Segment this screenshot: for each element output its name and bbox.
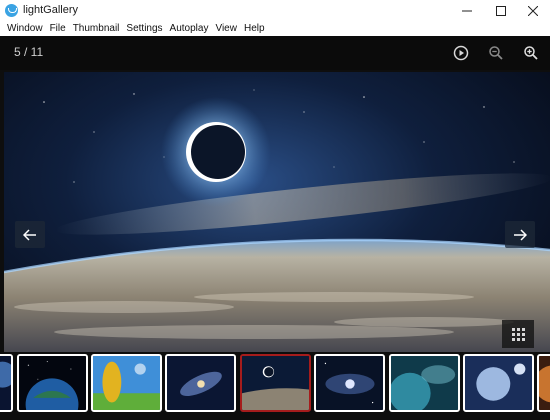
thumbnail[interactable] [91,354,162,412]
grid-icon[interactable] [502,320,534,348]
thumbnail[interactable] [314,354,385,412]
zoom-out-icon[interactable] [487,44,505,62]
thumbnail[interactable] [165,354,236,412]
arrow-left-icon[interactable] [15,221,45,248]
menu-view[interactable]: View [212,23,240,34]
thumbnail-strip [0,352,550,420]
arrow-right-icon[interactable] [505,221,535,248]
menu-window[interactable]: Window [4,23,46,34]
thumbnail[interactable] [389,354,460,412]
main-image[interactable] [4,72,550,384]
thumbnail-active[interactable] [240,354,311,412]
window-title: lightGallery [23,4,79,16]
play-circle-icon[interactable] [452,44,470,62]
menu-settings[interactable]: Settings [123,23,165,34]
thumbnail[interactable] [537,354,550,412]
menu-bar: Window File Thumbnail Settings Autoplay … [0,21,550,36]
thumbnail[interactable] [463,354,534,412]
image-counter: 5 / 11 [14,45,44,59]
maximize-button[interactable] [484,0,518,21]
title-bar: lightGallery [0,0,550,21]
minimize-button[interactable] [450,0,484,21]
gallery-toolbar: 5 / 11 [0,36,550,70]
close-button[interactable] [516,0,550,21]
app-logo-icon [5,4,18,17]
thumbnail[interactable] [17,354,88,412]
thumbnail[interactable] [0,354,13,412]
menu-help[interactable]: Help [241,23,268,34]
menu-file[interactable]: File [47,23,69,34]
menu-thumbnail[interactable]: Thumbnail [70,23,123,34]
zoom-in-icon[interactable] [522,44,540,62]
menu-autoplay[interactable]: Autoplay [167,23,212,34]
gallery-viewer: 5 / 11 [0,36,550,420]
